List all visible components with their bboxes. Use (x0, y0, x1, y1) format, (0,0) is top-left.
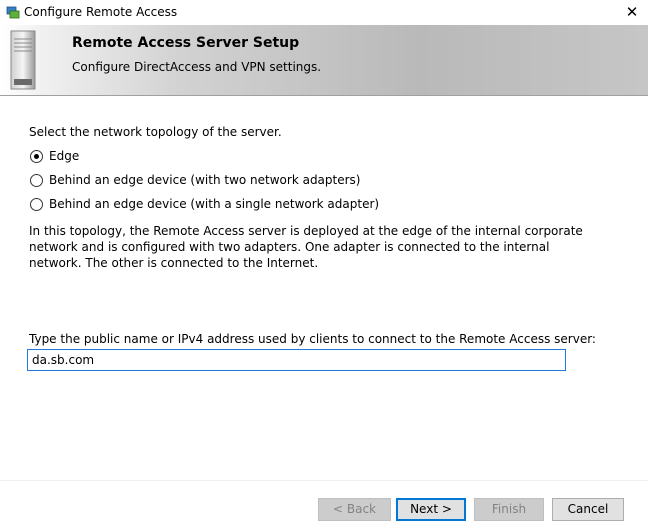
page-subtitle: Configure DirectAccess and VPN settings. (72, 60, 322, 74)
cancel-button[interactable]: Cancel (552, 498, 624, 521)
radio-button-behind-single-adapter[interactable] (30, 197, 43, 211)
title-bar: Configure Remote Access ✕ (0, 0, 648, 25)
public-name-label: Type the public name or IPv4 address use… (29, 332, 596, 346)
radio-option-behind-single-adapter[interactable]: Behind an edge device (with a single net… (30, 196, 379, 212)
radio-button-behind-two-adapters[interactable] (30, 173, 43, 187)
footer-divider (0, 480, 648, 481)
radio-label-behind-single-adapter: Behind an edge device (with a single net… (49, 197, 380, 211)
finish-button[interactable]: Finish (474, 498, 544, 521)
topology-description: In this topology, the Remote Access serv… (29, 224, 583, 270)
window-title: Configure Remote Access (24, 5, 178, 19)
header-divider (0, 95, 648, 96)
public-name-input[interactable] (27, 349, 566, 371)
radio-option-edge[interactable]: Edge (30, 148, 79, 164)
next-button[interactable]: Next > (396, 498, 466, 521)
radio-option-behind-two-adapters[interactable]: Behind an edge device (with two network … (30, 172, 360, 188)
close-icon: ✕ (625, 3, 639, 21)
header-banner: Remote Access Server Setup Configure Dir… (0, 25, 648, 95)
topology-prompt: Select the network topology of the serve… (29, 125, 282, 139)
close-button[interactable]: ✕ (616, 0, 648, 25)
server-icon (10, 30, 36, 90)
remote-access-icon (6, 6, 20, 19)
radio-button-edge[interactable] (30, 149, 43, 163)
page-title: Remote Access Server Setup (72, 35, 300, 51)
radio-label-behind-two-adapters: Behind an edge device (with two network … (49, 173, 361, 187)
back-button[interactable]: < Back (318, 498, 391, 521)
radio-label-edge: Edge (49, 149, 80, 163)
